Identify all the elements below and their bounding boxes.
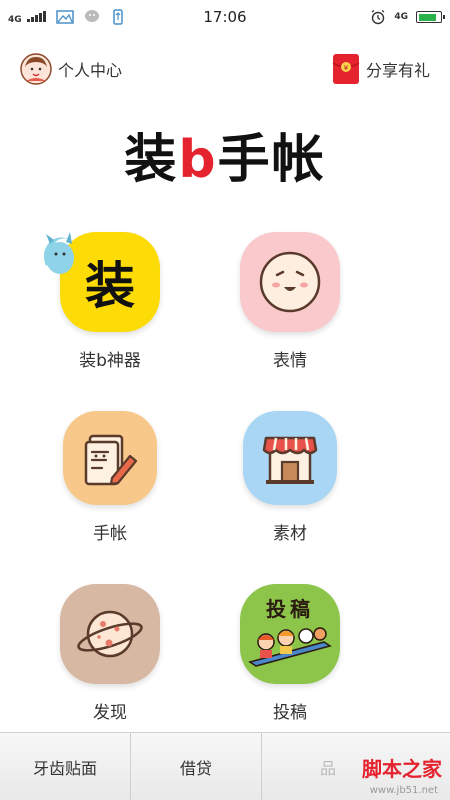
grid-item-materials[interactable]: 素材 xyxy=(240,411,340,544)
planet-drawing xyxy=(77,610,143,658)
title-part-1: 装 xyxy=(124,130,179,190)
grid-glyph: 装 xyxy=(85,257,135,315)
status-right: 4G xyxy=(370,9,445,25)
grid-label: 发现 xyxy=(93,703,127,723)
kids-drawing xyxy=(248,626,332,667)
face-drawing xyxy=(259,251,321,313)
title-part-3: 手帐 xyxy=(217,130,326,190)
alarm-icon xyxy=(371,9,385,25)
app-title: 装b手帐 xyxy=(0,128,450,192)
planet-icon xyxy=(60,584,160,684)
smiley-face-icon xyxy=(240,232,340,332)
shop-drawing xyxy=(262,436,318,484)
network-label-right: 4G xyxy=(394,12,408,22)
personal-center-label: 个人中心 xyxy=(58,61,123,80)
watermark: 脚本之家 xyxy=(362,757,442,781)
feature-grid: 装 装b神器 表情 手帐 素材 发现 投稿 投稿 xyxy=(44,232,390,723)
svg-text:¥: ¥ xyxy=(344,64,349,72)
status-left: 4G xyxy=(8,9,124,25)
avatar-icon xyxy=(20,53,52,85)
grid-item-handbook[interactable]: 手帐 xyxy=(60,411,160,544)
grid-item-zhuangb-tool[interactable]: 装 装b神器 xyxy=(44,232,160,371)
tab-loan[interactable]: 借贷 xyxy=(131,733,262,800)
usb-icon xyxy=(113,9,123,25)
grid-label: 表情 xyxy=(273,351,307,371)
notebook-pencil-icon xyxy=(63,411,157,505)
battery-icon xyxy=(416,11,445,23)
shop-icon xyxy=(243,411,337,505)
tab-third-label: 品 xyxy=(320,758,337,778)
red-envelope-icon: ¥ xyxy=(332,54,360,84)
grid-item-discover[interactable]: 发现 xyxy=(60,584,160,723)
grid-label: 投稿 xyxy=(273,703,307,723)
tab-dental-veneer[interactable]: 牙齿贴面 xyxy=(0,733,131,800)
header: 个人中心 ¥ 分享有礼 xyxy=(0,44,450,94)
grid-item-submit[interactable]: 投稿 投稿 xyxy=(240,584,340,723)
mascot-icon xyxy=(44,232,74,274)
share-gift-button[interactable]: ¥ 分享有礼 xyxy=(332,53,430,85)
network-indicator: 4G xyxy=(8,10,46,25)
grid-label: 装b神器 xyxy=(79,351,141,371)
grid-item-emoji[interactable]: 表情 xyxy=(240,232,340,371)
submission-icon: 投稿 xyxy=(240,584,340,684)
grid-label: 手帐 xyxy=(93,524,127,544)
network-label: 4G xyxy=(8,14,22,25)
zhuang-character-icon: 装 xyxy=(44,232,160,332)
grid-label: 素材 xyxy=(273,524,307,544)
submission-glyph: 投稿 xyxy=(266,596,314,621)
image-icon xyxy=(56,10,74,24)
wechat-icon xyxy=(84,10,99,22)
title-accent: b xyxy=(178,130,218,190)
watermark-url: www.jb51.net xyxy=(369,785,438,796)
status-bar: 4G 17:06 4G xyxy=(0,0,450,34)
personal-center-button[interactable]: 个人中心 xyxy=(20,53,122,85)
notebook-drawing xyxy=(84,434,138,486)
share-gift-label: 分享有礼 xyxy=(365,61,430,80)
signal-icon xyxy=(27,10,46,22)
battery-fill xyxy=(418,13,437,21)
